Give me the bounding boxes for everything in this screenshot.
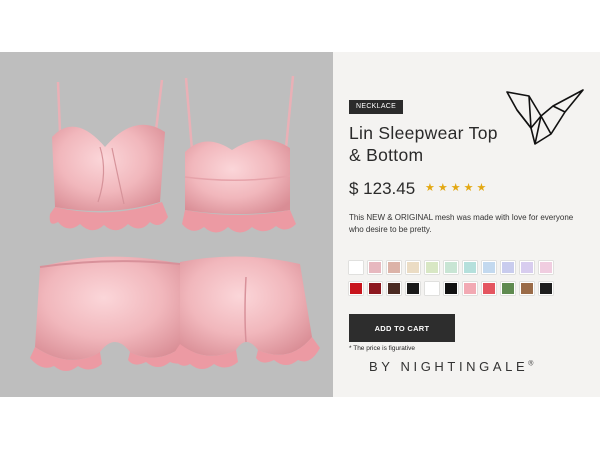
registered-mark: ® xyxy=(528,360,534,368)
color-swatch[interactable] xyxy=(501,282,515,295)
color-swatch[interactable] xyxy=(349,282,363,295)
star-icon: ★ xyxy=(476,182,487,194)
color-swatch[interactable] xyxy=(520,282,534,295)
star-icon: ★ xyxy=(425,182,435,194)
rating-stars: ★ ★ ★ ★ ★ xyxy=(425,182,486,194)
color-swatch[interactable] xyxy=(368,282,382,295)
color-swatch[interactable] xyxy=(425,261,439,274)
color-swatch[interactable] xyxy=(501,261,515,274)
product-description: This NEW & ORIGINAL mesh was made with l… xyxy=(349,213,574,234)
color-swatch[interactable] xyxy=(444,282,458,295)
color-swatch[interactable] xyxy=(539,282,553,295)
brand-name: BY NIGHTINGALE® xyxy=(369,359,533,374)
shorts-back-view xyxy=(172,256,320,369)
star-icon: ★ xyxy=(450,182,461,194)
top-front-view xyxy=(49,79,168,231)
color-swatch[interactable] xyxy=(406,282,420,295)
product-card: NECKLACE Lin Sleepwear Top & Bottom $ 12… xyxy=(0,52,600,397)
brand-text: BY NIGHTINGALE xyxy=(369,359,529,374)
product-image[interactable] xyxy=(0,52,333,397)
product-title: Lin Sleepwear Top & Bottom xyxy=(349,123,498,165)
star-icon: ★ xyxy=(463,182,474,194)
color-swatch[interactable] xyxy=(444,261,458,274)
garment-illustration xyxy=(30,75,320,371)
product-price: $ 123.45 xyxy=(349,179,416,198)
color-swatch[interactable] xyxy=(349,261,363,274)
color-swatch[interactable] xyxy=(463,282,477,295)
origami-bird-logo xyxy=(505,82,585,153)
color-swatch[interactable] xyxy=(539,261,553,274)
color-swatch[interactable] xyxy=(387,261,401,274)
category-badge: NECKLACE xyxy=(349,100,404,114)
color-swatch[interactable] xyxy=(482,261,496,274)
color-swatches xyxy=(349,261,579,295)
product-info-panel: NECKLACE Lin Sleepwear Top & Bottom $ 12… xyxy=(333,52,600,397)
star-icon: ★ xyxy=(437,182,448,194)
add-to-cart-button[interactable]: ADD TO CART xyxy=(349,314,455,342)
color-swatch[interactable] xyxy=(463,261,477,274)
price-note: * The price is figurative xyxy=(349,345,415,352)
color-swatch[interactable] xyxy=(406,261,420,274)
color-swatch[interactable] xyxy=(482,282,496,295)
color-swatch[interactable] xyxy=(368,261,382,274)
color-swatch[interactable] xyxy=(425,282,439,295)
color-swatch[interactable] xyxy=(387,282,401,295)
shorts-front-view xyxy=(30,256,194,371)
top-back-view xyxy=(182,75,296,233)
color-swatch[interactable] xyxy=(520,261,534,274)
